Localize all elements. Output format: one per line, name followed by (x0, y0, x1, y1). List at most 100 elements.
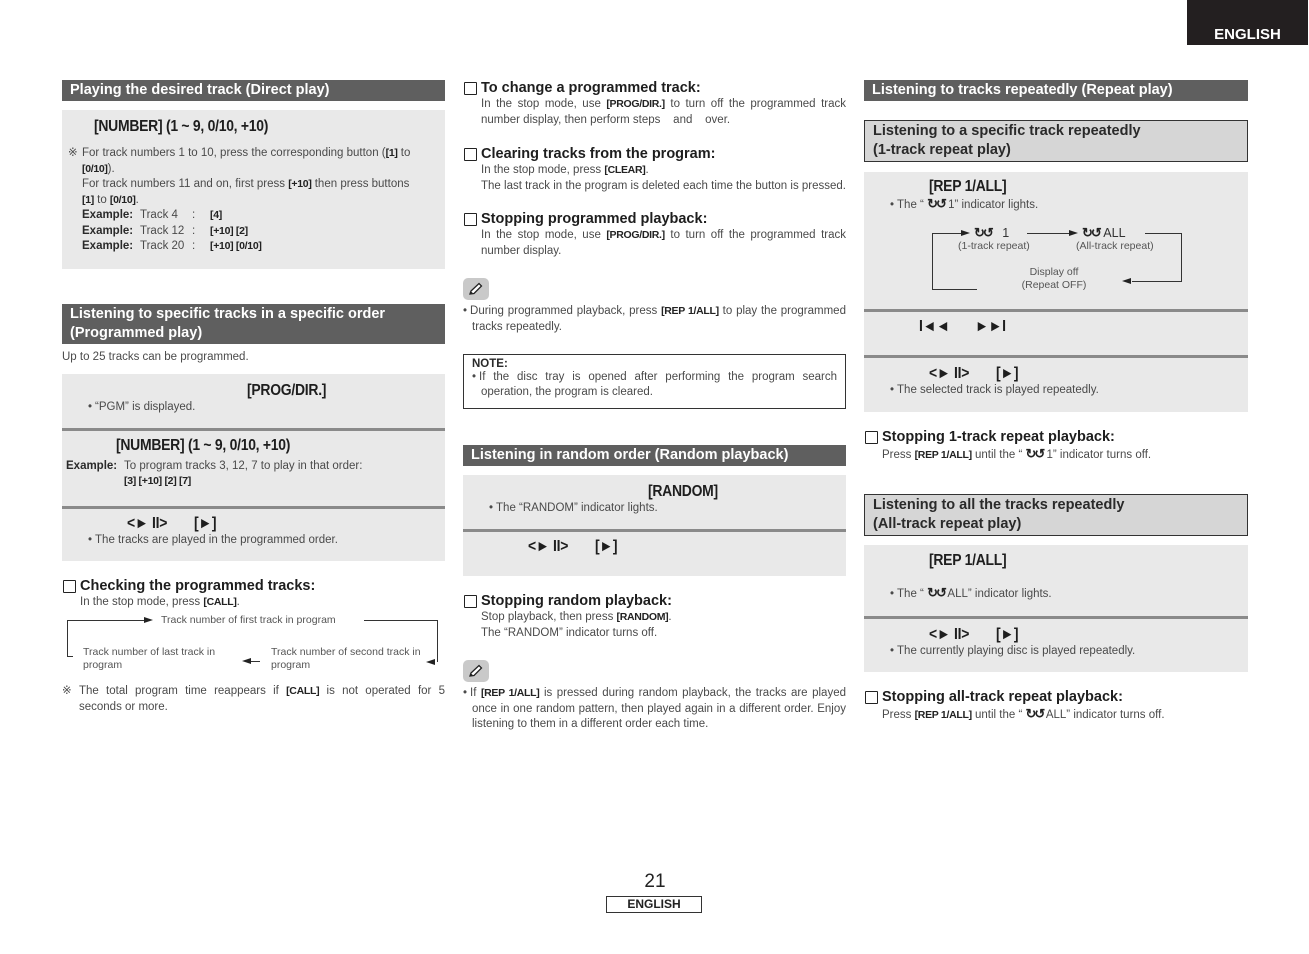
text: 1” indicator turns off. (1043, 449, 1152, 461)
text: Display off (1029, 266, 1079, 278)
random-key: [RANDOM] (616, 611, 669, 623)
one-track-step-3: <► II> [►] The selected track is played r… (864, 355, 1248, 412)
text: Press (882, 708, 915, 721)
note-mark: ※ (62, 685, 72, 697)
example-row: Example: Track 12: [+10] [2] (82, 224, 437, 240)
random-key: [RANDOM] (648, 483, 718, 500)
checkbox-bullet-icon (464, 595, 477, 608)
example-row: Example: Track 20: [+10] [0/10] (82, 239, 437, 255)
column-1: Playing the desired track (Direct play) … (62, 80, 445, 715)
example-row: Example: Track 4: [4] (82, 208, 437, 224)
header-line: Listening to specific tracks in a specif… (70, 306, 386, 322)
checking-title: Checking the programmed tracks: (62, 578, 445, 595)
step-note: The “ ↻↺ 1” indicator lights. (874, 196, 1238, 214)
direct-play-header: Playing the desired track (Direct play) (62, 80, 445, 101)
rep-key: [REP 1/ALL] (661, 305, 719, 317)
direct-line1: For track numbers 1 to 10, press the cor… (82, 147, 386, 159)
text: During programmed playback, press (470, 305, 662, 317)
one-track-step-1: [REP 1/ALL] The “ ↻↺ 1” indicator lights… (864, 172, 1248, 309)
call-key: [CALL] (203, 595, 237, 608)
rep-key: [REP 1/ALL] (929, 178, 1007, 195)
call-key: [CALL] (286, 685, 320, 697)
arrow-left-icon (1122, 278, 1131, 284)
header-line: (Programmed play) (70, 325, 203, 341)
play-key: [►] (594, 538, 618, 555)
pencil-icon (463, 278, 489, 300)
repeat-cycle-diagram: ↻↺ 1 (1-track repeat) ↻↺ ALL (All-track … (864, 226, 1248, 306)
programmed-intro: Up to 25 tracks can be programmed. (62, 351, 249, 363)
title-text: Stopping 1-track repeat playback: (882, 429, 1115, 445)
programmed-step-3: <► II> [►] The tracks are played in the p… (62, 505, 445, 561)
repeat-all-indicator: ↻↺ ALL (1082, 226, 1126, 240)
stopping-all-title: Stopping all-track repeat playback: (864, 689, 1248, 706)
repeat-icon: ↻↺ (1025, 446, 1045, 461)
example-label: Example: (82, 209, 134, 221)
text: ). (107, 162, 115, 175)
example-label: Example: (82, 224, 134, 237)
text: ALL” indicator turns off. (1043, 708, 1165, 721)
repeat-icon: ↻↺ (927, 196, 947, 211)
text: until the “ (971, 449, 1026, 461)
repeat-header: Listening to tracks repeatedly (Repeat p… (864, 80, 1248, 101)
key-0-10: [0/10] (109, 193, 136, 206)
pencil-icon (463, 660, 489, 682)
column-3: Listening to tracks repeatedly (Repeat p… (864, 80, 1248, 723)
title-text: To change a programmed track: (481, 80, 701, 96)
stopping-random-title: Stopping random playback: (463, 593, 846, 610)
all-track-step-1: [REP 1/ALL] The “ ↻↺ ALL” indicator ligh… (864, 544, 1248, 616)
note-text: If the disc tray is opened after perform… (472, 370, 837, 400)
step-note: The currently playing disc is played rep… (874, 644, 1238, 660)
play-pause-key: <► II> (929, 365, 970, 382)
stopping-all-section: Stopping all-track repeat playback: Pres… (864, 689, 1248, 724)
checkbox-bullet-icon (63, 579, 76, 593)
title-text: Stopping all-track repeat playback: (882, 688, 1123, 705)
rep-key: [REP 1/ALL] (480, 687, 540, 699)
example-track: Track 20 (140, 240, 185, 252)
step-note: The selected track is played repeatedly. (874, 383, 1238, 399)
play-key: [►] (995, 625, 1019, 643)
play-key: [►] (995, 365, 1019, 382)
one-track-step-2: I◄◄ ►►I (864, 309, 1248, 355)
header-line: (All-track repeat play) (873, 515, 1022, 532)
arrow-right-icon (144, 617, 153, 623)
prog-dir-key: [PROG/DIR.] (606, 229, 665, 241)
memo-2: If [REP 1/ALL] is pressed during random … (463, 660, 846, 733)
text: 1” indicator lights. (944, 199, 1039, 211)
text: . (135, 193, 139, 206)
one-track-label: (1-track repeat) (958, 240, 1030, 252)
display-off-label: Display off (Repeat OFF) (1009, 266, 1099, 292)
text: In the stop mode, press (80, 595, 204, 608)
example-text: To program tracks 3, 12, 7 to play in th… (124, 459, 363, 472)
text: The last track in the program is deleted… (481, 179, 846, 192)
all-track-label: (All-track repeat) (1076, 240, 1154, 252)
language-tab: ENGLISH (1187, 0, 1308, 45)
number-key-label: [NUMBER] (1 ~ 9, 0/10, +10) (94, 118, 269, 135)
programmed-step-1: [PROG/DIR.] “PGM” is displayed. (62, 373, 445, 428)
rep-key: [REP 1/ALL] (914, 708, 972, 721)
arrow-left-icon (242, 658, 251, 664)
random-header: Listening in random order (Random playba… (463, 445, 846, 466)
diagram-second-track: Track number of second track in program (271, 646, 421, 671)
text: The “ (897, 199, 928, 211)
text: If (470, 687, 481, 699)
all-track-step-2: <► II> [►] The currently playing disc is … (864, 615, 1248, 672)
example-label: Example: (82, 240, 134, 252)
repeat-icon: ↻↺ (1025, 705, 1045, 721)
language-tab-label: ENGLISH (1214, 26, 1281, 43)
diagram-first-track: Track number of first track in program (161, 614, 336, 626)
random-step-1: [RANDOM] The “RANDOM” indicator lights. (463, 475, 846, 529)
text: . (645, 164, 649, 176)
arrow-right-icon (961, 230, 970, 236)
change-section: To change a programmed track: In the sto… (463, 80, 846, 128)
checkbox-bullet-icon (865, 690, 878, 704)
step-note: The tracks are played in the programmed … (72, 533, 435, 549)
page-number: 21 (644, 871, 666, 892)
key-0-10: [0/10] (82, 162, 108, 175)
text: In the stop mode, use (481, 98, 607, 110)
text: to (93, 193, 110, 206)
arrow-right-icon (1069, 230, 1078, 236)
all-track-subheader: Listening to all the tracks repeatedly (… (864, 493, 1248, 536)
footer-language-label: ENGLISH (606, 896, 702, 913)
title-text: Stopping programmed playback: (481, 211, 708, 227)
skip-back-key: I◄◄ (919, 318, 950, 335)
